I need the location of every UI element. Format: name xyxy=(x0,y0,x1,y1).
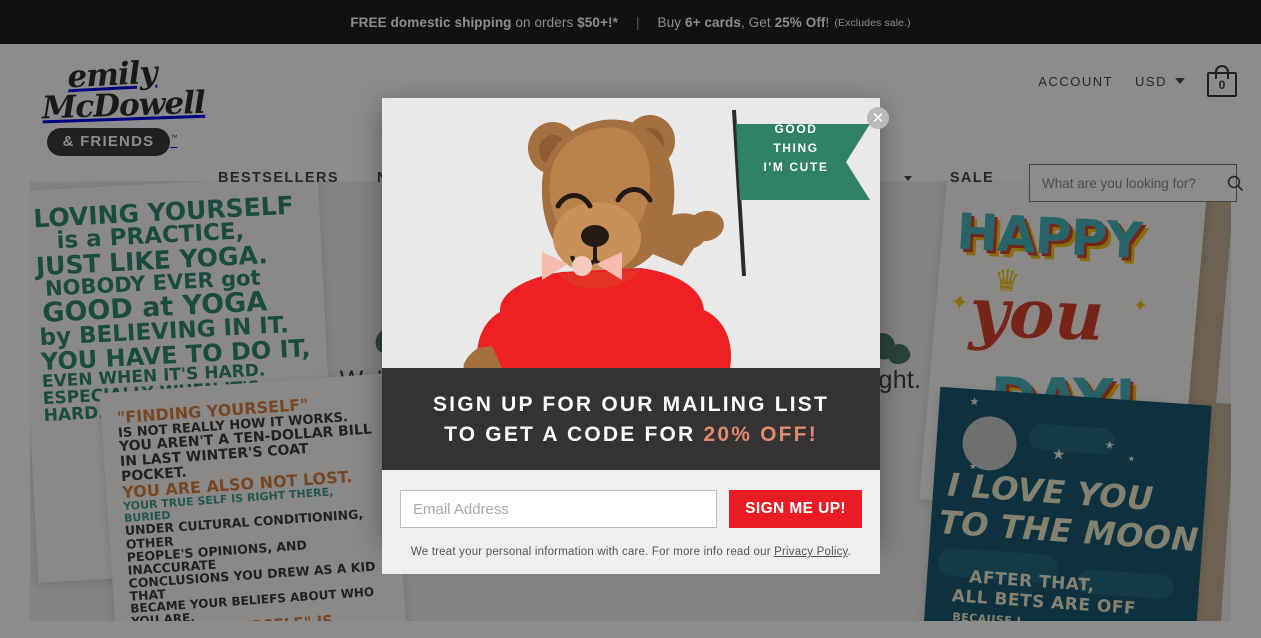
logo-line-2: McDowell xyxy=(41,84,206,127)
nav-item-hidden-dropdown[interactable] xyxy=(897,175,912,181)
chevron-down-icon xyxy=(1175,78,1185,84)
cloud-shape xyxy=(1028,423,1116,456)
star-icon: ★ xyxy=(1127,454,1136,464)
nav-label: SALE xyxy=(949,170,995,186)
search-box[interactable] xyxy=(1029,164,1244,202)
privacy-policy-link[interactable]: Privacy Policy xyxy=(774,546,848,558)
hero-card-finding-yourself[interactable]: "FINDING YOURSELF" IS NOT REALLY HOW IT … xyxy=(99,373,407,621)
cart-button[interactable]: 0 xyxy=(1207,65,1237,97)
account-link[interactable]: ACCOUNT xyxy=(1038,74,1113,89)
newsletter-form: SIGN ME UP! xyxy=(382,470,880,536)
card-line: BECAUSE I xyxy=(951,610,1022,621)
privacy-fineprint: We treat your personal information with … xyxy=(382,536,880,574)
sign-me-up-button[interactable]: SIGN ME UP! xyxy=(729,490,862,528)
card-word: HAPPY xyxy=(955,202,1143,271)
free-shipping-bold: FREE domestic shipping xyxy=(350,14,512,30)
utility-nav: ACCOUNT USD 0 xyxy=(1038,65,1237,97)
cart-count: 0 xyxy=(1207,72,1237,97)
exclusion-note: (Excludes sale.) xyxy=(834,16,911,29)
currency-label: USD xyxy=(1135,73,1167,89)
get-bold: 25% Off xyxy=(774,14,826,30)
sparkle-icon: ✦ xyxy=(1131,294,1149,317)
page-bottom-strip xyxy=(0,621,1261,638)
logo-pill: & FRIENDS xyxy=(46,128,171,156)
headline-line-2: TO GET A CODE FOR 20% OFF! xyxy=(392,420,870,450)
nav-item-bestsellers[interactable]: BESTSELLERS xyxy=(218,170,339,186)
search-input[interactable] xyxy=(1030,165,1227,201)
star-icon: ★ xyxy=(969,395,980,409)
logo-trademark: ™ xyxy=(170,134,178,142)
flag-line-3: I'M CUTE xyxy=(763,160,829,174)
flag-line-1: GOOD xyxy=(774,122,818,136)
headline-discount: 20% OFF! xyxy=(703,423,818,446)
site-logo[interactable]: emily McDowell & FRIENDS ™ xyxy=(41,55,206,168)
newsletter-modal: ✕ GOOD THING I'M CUTE SIGN UP FOR OUR MA… xyxy=(382,98,889,574)
hero-card-love-you-to-the-moon[interactable]: ★ ★ ★ ★ ★ ★ I LOVE YOU TO THE MOON AFTER… xyxy=(922,386,1212,621)
modal-illustration: Annoying Pop-Up Bear GOOD THING I'M CUTE xyxy=(382,98,880,368)
announcement-separator: | xyxy=(635,14,640,30)
nav-label: BESTSELLERS xyxy=(218,170,339,186)
fineprint-prefix: We treat your personal information with … xyxy=(410,546,775,558)
sparkle-icon: ✦ xyxy=(949,289,970,316)
chevron-down-icon xyxy=(903,175,912,181)
free-shipping-rest: on orders xyxy=(511,14,578,30)
page-root: FREE domestic shipping on orders $50+!* |… xyxy=(0,0,1261,638)
star-icon: ★ xyxy=(1104,439,1115,453)
get-prefix: , Get xyxy=(740,14,775,30)
buy-bold: 6+ cards xyxy=(684,14,741,30)
modal-headline: SIGN UP FOR OUR MAILING LIST TO GET A CO… xyxy=(382,368,880,470)
announcement-text: FREE domestic shipping on orders $50+!* |… xyxy=(350,15,910,30)
search-icon[interactable] xyxy=(1227,165,1244,201)
email-field[interactable] xyxy=(400,490,718,528)
get-suffix: ! xyxy=(825,14,830,30)
flag-line-2: THING xyxy=(773,141,819,155)
star-icon: ★ xyxy=(1051,445,1066,464)
announcement-bar: FREE domestic shipping on orders $50+!* |… xyxy=(0,0,1261,44)
currency-selector[interactable]: USD xyxy=(1135,74,1185,89)
nav-item-sale[interactable]: SALE xyxy=(950,170,994,186)
headline-prefix: TO GET A CODE FOR xyxy=(444,423,704,446)
flag-text: GOOD THING I'M CUTE xyxy=(736,120,856,177)
buy-prefix: Buy xyxy=(657,14,685,30)
card-word: you xyxy=(968,272,1106,357)
close-icon[interactable]: ✕ xyxy=(867,107,889,129)
fineprint-suffix: . xyxy=(847,546,852,558)
shipping-threshold: $50+!* xyxy=(577,14,618,30)
headline-line-1: SIGN UP FOR OUR MAILING LIST xyxy=(432,393,830,416)
crown-icon: ♛ xyxy=(992,263,1022,299)
